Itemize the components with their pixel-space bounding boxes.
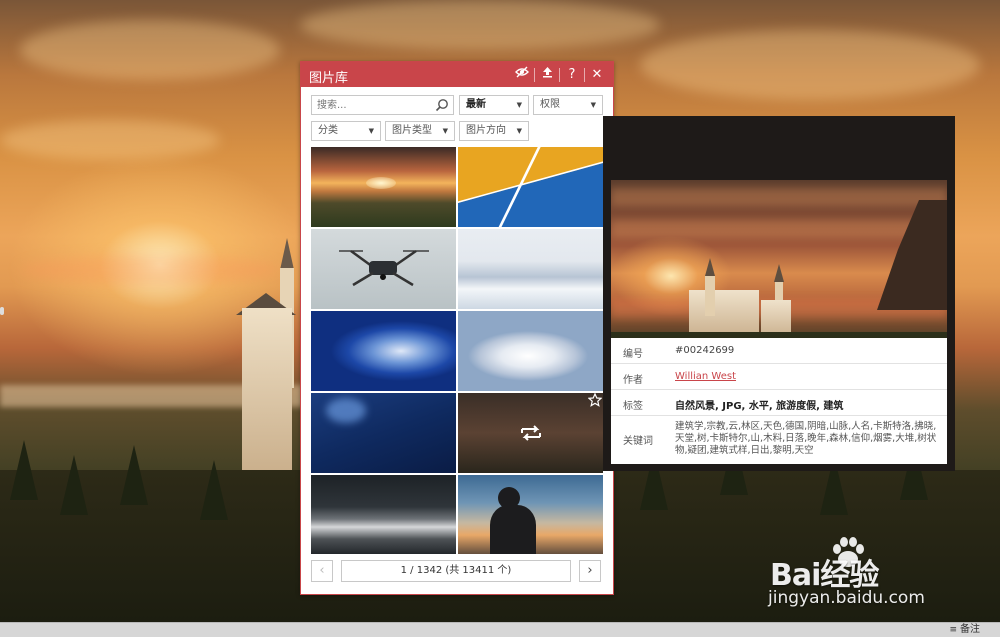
image-type-value: 图片类型 <box>392 125 432 136</box>
author-link[interactable]: Willian West <box>675 371 736 382</box>
orientation-value: 图片方向 <box>466 125 506 136</box>
help-icon[interactable]: ? <box>562 65 582 84</box>
search-icon[interactable] <box>435 98 449 112</box>
thumbnail-grid <box>311 147 603 554</box>
close-icon[interactable]: ✕ <box>587 65 607 84</box>
image-details: 编号 #00242699 作者 Willian West 标签 自然风景, JP… <box>611 338 947 464</box>
detail-row-tags: 标签 自然风景, JPG, 水平, 旅游度假, 建筑 <box>611 390 947 416</box>
tags-value: 自然风景, JPG, 水平, 旅游度假, 建筑 <box>675 401 844 412</box>
chevron-down-icon: ▼ <box>368 127 374 135</box>
cloud <box>0 120 220 160</box>
search-box <box>311 95 454 115</box>
thumbnail-white-clouds[interactable] <box>458 311 603 391</box>
prev-page-button[interactable]: ‹ <box>311 560 333 582</box>
chevron-down-icon: ▼ <box>516 127 522 135</box>
thumbnail-dark-blue-sky[interactable] <box>311 393 456 473</box>
thumbnail-castle-hovered[interactable] <box>458 393 603 473</box>
detail-row-id: 编号 #00242699 <box>611 338 947 364</box>
thumbnail-silhouette-person[interactable] <box>458 475 603 554</box>
notes-label: 备注 <box>960 624 980 635</box>
category-value: 分类 <box>318 125 338 136</box>
page-info: 1 / 1342 (共 13411 个) <box>341 560 571 582</box>
separator <box>559 67 560 82</box>
sort-value: 最新 <box>466 99 486 110</box>
separator <box>534 67 535 82</box>
image-type-dropdown[interactable]: 图片类型 ▼ <box>385 121 455 141</box>
chevron-down-icon: ▼ <box>516 101 522 109</box>
separator <box>584 67 585 82</box>
thumbnail-train-station[interactable] <box>311 475 456 554</box>
thumbnail-drone[interactable] <box>311 229 456 309</box>
chevron-down-icon: ▼ <box>442 127 448 135</box>
search-input[interactable] <box>312 96 440 114</box>
license-dropdown[interactable]: 权限 ▼ <box>533 95 603 115</box>
keywords-label: 关键词 <box>623 436 653 447</box>
notes-button[interactable]: ≡ 备注 <box>949 623 980 637</box>
pagination: ‹ 1 / 1342 (共 13411 个) › <box>311 560 603 584</box>
detail-row-author: 作者 Willian West <box>611 364 947 390</box>
image-preview-popup: 编号 #00242699 作者 Willian West 标签 自然风景, JP… <box>603 116 955 471</box>
cloud <box>611 188 947 206</box>
orientation-dropdown[interactable]: 图片方向 ▼ <box>459 121 529 141</box>
slide-edge-handle <box>0 307 4 315</box>
upload-icon[interactable] <box>537 65 557 84</box>
favorite-star-icon[interactable] <box>588 393 602 407</box>
id-value: #00242699 <box>675 345 735 356</box>
tags-label: 标签 <box>623 401 643 412</box>
replace-icon[interactable] <box>518 420 544 446</box>
next-page-button[interactable]: › <box>579 560 601 582</box>
panel-titlebar: 图片库 ? ✕ <box>301 62 613 87</box>
thumbnail-blue-sky-clouds[interactable] <box>311 311 456 391</box>
id-label: 编号 <box>623 349 643 360</box>
keywords-value: 建筑学,宗教,云,林区,天色,德国,阴暗,山脉,人名,卡斯特洛,拂晓,天堂,树,… <box>675 421 937 456</box>
castle <box>236 238 296 478</box>
thumbnail-yellow-court[interactable] <box>458 147 603 227</box>
picture-library-panel: 图片库 ? ✕ 最新 ▼ 权限 ▼ 分类 <box>300 61 614 595</box>
notes-icon: ≡ <box>949 625 957 635</box>
sort-dropdown[interactable]: 最新 ▼ <box>459 95 529 115</box>
cloud <box>300 0 660 50</box>
panel-title: 图片库 <box>309 71 349 86</box>
license-value: 权限 <box>540 99 560 110</box>
status-bar: ≡ 备注 <box>0 622 1000 637</box>
chevron-down-icon: ▼ <box>590 101 596 109</box>
cloud <box>20 20 280 80</box>
thumbnail-sunset-field[interactable] <box>311 147 456 227</box>
watermark-url: jingyan.baidu.com <box>768 588 925 608</box>
cloud <box>611 220 947 238</box>
eye-off-icon[interactable] <box>512 65 532 84</box>
category-dropdown[interactable]: 分类 ▼ <box>311 121 381 141</box>
author-label: 作者 <box>623 375 643 386</box>
hill <box>877 200 947 310</box>
thumbnail-snowy-trees[interactable] <box>458 229 603 309</box>
cloud <box>640 30 980 100</box>
detail-row-keywords: 关键词 建筑学,宗教,云,林区,天色,德国,阴暗,山脉,人名,卡斯特洛,拂晓,天… <box>611 416 947 464</box>
